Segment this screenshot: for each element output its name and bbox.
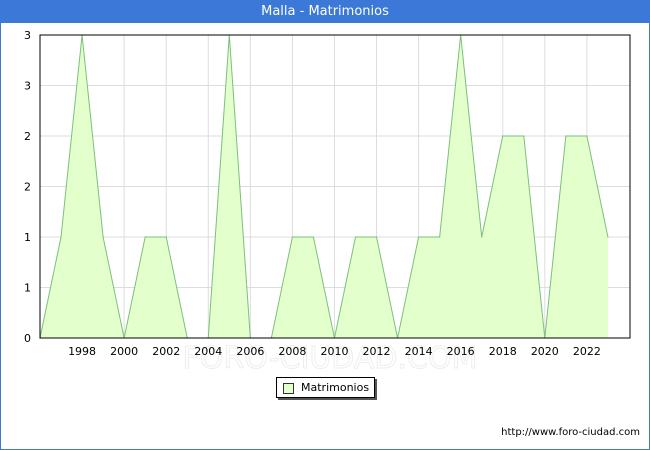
data-point bbox=[375, 236, 378, 238]
data-point bbox=[354, 236, 357, 238]
data-point bbox=[523, 135, 525, 137]
data-point bbox=[102, 236, 104, 238]
x-tick-label: 2012 bbox=[363, 345, 391, 358]
x-tick-label: 2002 bbox=[152, 345, 180, 358]
legend-label: Matrimonios bbox=[301, 381, 370, 394]
grid-lines bbox=[40, 34, 630, 338]
y-tick-label: 1 bbox=[24, 282, 31, 295]
data-point bbox=[439, 236, 441, 238]
x-tick-label: 2000 bbox=[110, 345, 138, 358]
x-tick-label: 2010 bbox=[320, 345, 348, 358]
x-tick-label: 2022 bbox=[573, 345, 601, 358]
x-tick-label: 2016 bbox=[447, 345, 475, 358]
x-tick-label: 2014 bbox=[405, 345, 433, 358]
data-point bbox=[418, 236, 420, 238]
data-point bbox=[607, 236, 609, 238]
y-tick-label: 1 bbox=[24, 231, 31, 244]
data-point bbox=[312, 236, 315, 238]
y-tick-label: 2 bbox=[24, 181, 31, 194]
footer-url: http://www.foro-ciudad.com bbox=[501, 427, 640, 438]
x-tick-label: 2006 bbox=[236, 345, 264, 358]
x-tick-label: 2018 bbox=[489, 345, 517, 358]
y-tick-label: 2 bbox=[24, 130, 31, 143]
x-tick-label: 2004 bbox=[194, 345, 222, 358]
y-tick-label: 3 bbox=[24, 80, 31, 93]
data-point bbox=[586, 135, 588, 137]
y-tick-label: 3 bbox=[24, 29, 31, 42]
legend: Matrimonios bbox=[276, 377, 375, 398]
data-point bbox=[565, 135, 567, 137]
data-point bbox=[144, 236, 146, 238]
data-point bbox=[481, 236, 483, 238]
x-tick-label: 2008 bbox=[278, 345, 306, 358]
data-point bbox=[291, 236, 294, 238]
data-point bbox=[502, 135, 504, 137]
y-tick-label: 0 bbox=[24, 332, 31, 345]
x-tick-label: 1998 bbox=[68, 345, 96, 358]
data-point bbox=[60, 236, 62, 238]
data-point bbox=[165, 236, 167, 238]
x-tick-label: 2020 bbox=[531, 345, 559, 358]
legend-swatch bbox=[283, 383, 294, 394]
